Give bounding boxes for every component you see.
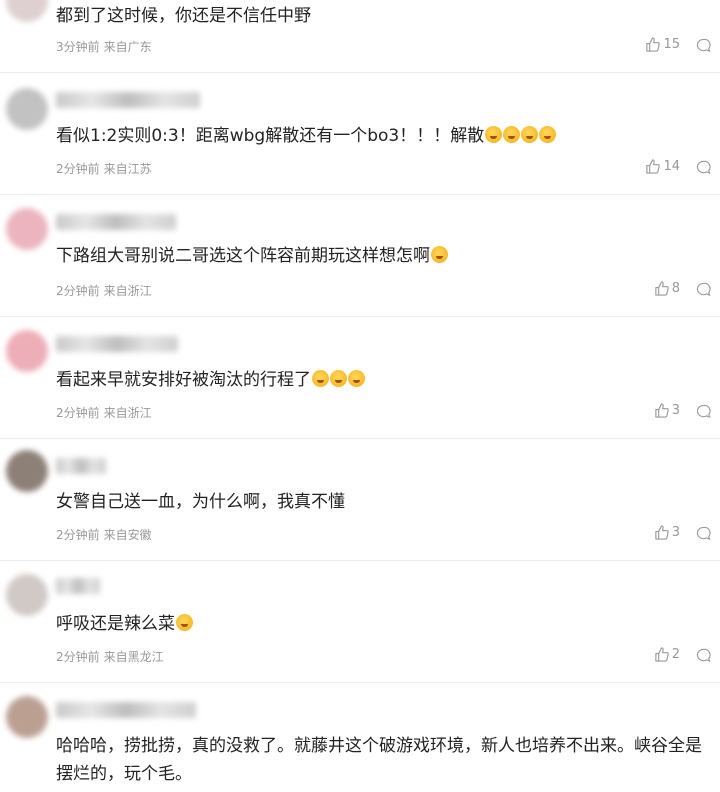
cry-face-emoji [503,126,521,143]
like-button[interactable]: 14 [645,159,680,174]
comment-location: 来自安徽 [103,528,152,542]
comment-item: 女警自己送一血，为什么啊，我真不懂 2分钟前 来自安徽 3 [0,438,720,561]
comment-location: 来自广东 [103,40,152,54]
comment-text: 哈哈哈，捞批捞，真的没救了。就藤井这个破游戏环境，新人也培养不出来。峡谷全是摆烂… [56,736,702,784]
comment-text: 看起来早就安排好被淘汰的行程了 [56,366,696,394]
comment-item: 哈哈哈，捞批捞，真的没救了。就藤井这个破游戏环境，新人也培养不出来。峡谷全是摆烂… [0,682,720,792]
username-blurred[interactable] [56,458,106,474]
comment-time: 2分钟前 [56,650,100,664]
comment-text: 都到了这时候，你还是不信任中野 [56,6,311,26]
comment-text: 呼吸还是辣么菜 [56,610,696,638]
username-blurred[interactable] [56,578,100,594]
cry-face-emoji [485,126,503,143]
thumbs-up-icon [655,525,669,540]
shocked-face-emoji [348,370,365,387]
like-count: 3 [671,525,680,540]
comment-bubble-icon[interactable] [696,404,711,419]
comment-location: 来自江苏 [103,162,152,176]
thumbs-up-icon [646,159,661,174]
comment-bubble-icon[interactable] [696,282,711,297]
comment-meta: 3分钟前 来自广东 [56,38,152,55]
comment-item: 呼吸还是辣么菜 2分钟前 来自黑龙江 2 [0,560,720,683]
comment-bubble-icon[interactable] [696,160,711,175]
comment-time: 2分钟前 [56,406,100,420]
comment-text: 看似1:2实则0:3！距离wbg解散还有一个bo3！！！解散 [56,122,696,150]
like-count: 14 [663,159,680,174]
comment-item: 都到了这时候，你还是不信任中野 3分钟前 来自广东 15 [0,0,720,73]
like-button[interactable]: 3 [654,403,680,418]
comment-location: 来自浙江 [103,406,152,420]
comment-time: 2分钟前 [56,284,100,298]
like-count: 15 [663,37,680,52]
comment-item: 看似1:2实则0:3！距离wbg解散还有一个bo3！！！解散 2分钟前 来自江苏 … [0,72,720,195]
comment-meta: 2分钟前 来自江苏 [56,160,152,177]
comment-time: 2分钟前 [56,528,100,542]
avatar[interactable] [6,574,48,616]
comment-item: 看起来早就安排好被淘汰的行程了 2分钟前 来自浙江 3 [0,316,720,439]
username-blurred[interactable] [56,702,196,718]
comment-text: 下路组大哥别说二哥选这个阵容前期玩这样想怎啊 [56,242,696,270]
comment-text: 女警自己送一血，为什么啊，我真不懂 [56,492,345,512]
like-button[interactable]: 15 [645,37,680,52]
comment-bubble-icon[interactable] [696,38,711,53]
comment-bubble-icon[interactable] [696,648,711,663]
comment-item: 下路组大哥别说二哥选这个阵容前期玩这样想怎啊 2分钟前 来自浙江 8 [0,194,720,317]
thumbs-up-icon [655,403,669,418]
avatar[interactable] [6,450,48,492]
avatar[interactable] [6,88,48,130]
shocked-face-emoji [312,370,329,387]
comment-meta: 2分钟前 来自安徽 [56,526,152,543]
username-blurred[interactable] [56,92,200,108]
cry-face-emoji [521,126,539,143]
like-count: 8 [671,281,680,296]
like-count: 3 [671,403,680,418]
like-button[interactable]: 8 [654,281,680,296]
shocked-face-emoji [330,370,347,387]
avatar[interactable] [6,330,48,372]
comment-meta: 2分钟前 来自浙江 [56,404,152,421]
like-button[interactable]: 2 [654,647,680,662]
sweat-face-emoji [176,614,193,631]
cry-face-emoji [539,126,557,143]
username-blurred[interactable] [56,214,176,230]
avatar[interactable] [6,0,48,22]
like-count: 2 [671,647,680,662]
comment-time: 3分钟前 [56,40,100,54]
comment-time: 2分钟前 [56,162,100,176]
comment-meta: 2分钟前 来自黑龙江 [56,648,164,665]
surprised-face-emoji [431,246,448,263]
like-button[interactable]: 3 [654,525,680,540]
thumbs-up-icon [655,647,669,662]
avatar[interactable] [6,208,48,250]
comment-bubble-icon[interactable] [696,526,711,541]
comment-location: 来自黑龙江 [103,650,164,664]
comment-meta: 2分钟前 来自浙江 [56,282,152,299]
thumbs-up-icon [646,37,661,52]
avatar[interactable] [6,696,48,738]
username-blurred[interactable] [56,336,178,352]
thumbs-up-icon [655,281,669,296]
comment-location: 来自浙江 [103,284,152,298]
